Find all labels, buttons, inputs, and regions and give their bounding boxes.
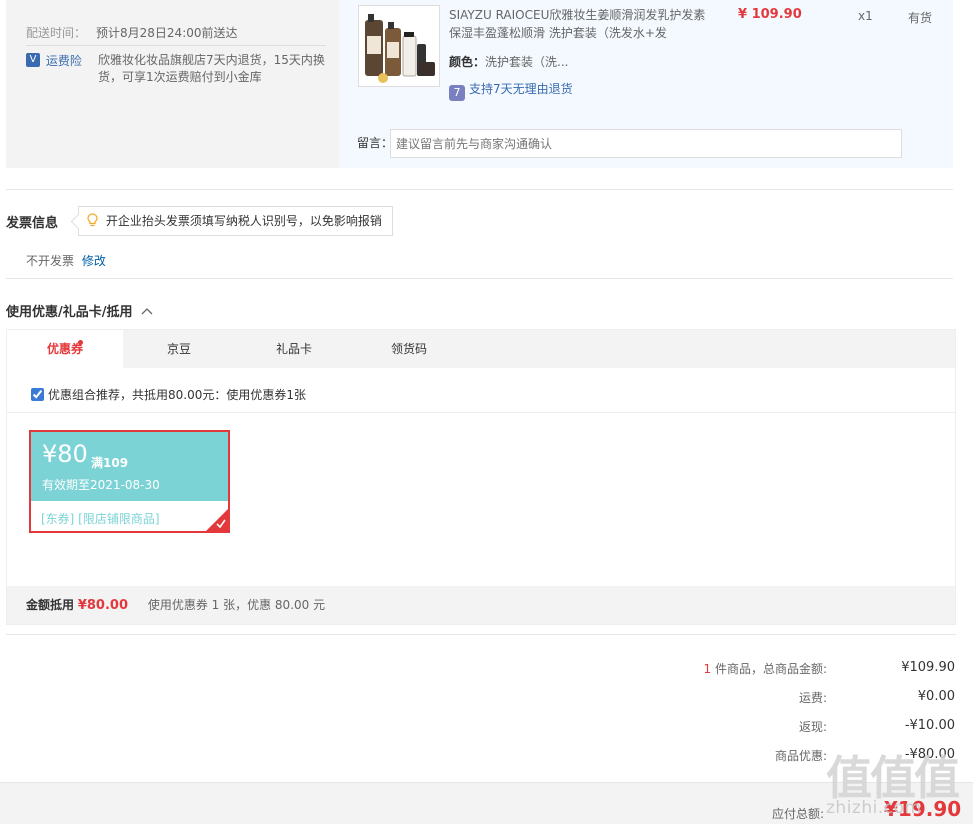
coupon-card[interactable]: ¥80 满109 有效期至2021-08-30 [东券] [限店铺限商品] xyxy=(29,430,230,533)
cashback-value: -¥10.00 xyxy=(904,718,955,733)
summary-cashback: 返现: -¥10.00 xyxy=(600,718,955,738)
delivery-time-value: 预计8月28日24:00前送达 xyxy=(96,26,238,40)
coupon-summary-label: 金额抵用 xyxy=(26,598,75,612)
invoice-status: 不开发票 xyxy=(26,254,75,268)
coupon-condition: 满109 xyxy=(91,456,129,470)
coupon-summary: 金额抵用 ¥80.00 使用优惠券 1 张，优惠 80.00 元 xyxy=(7,586,955,624)
freight-insurance-icon: V xyxy=(26,53,40,67)
payable-label: 应付总额: xyxy=(772,807,825,821)
coupon-tags: [东券] [限店铺限商品] xyxy=(41,512,160,526)
divider xyxy=(6,634,956,635)
product-price: ¥ 109.90 xyxy=(738,7,802,22)
tab-gift-card[interactable]: 礼品卡 xyxy=(235,330,353,368)
tab-jingdou[interactable]: 京豆 xyxy=(123,330,235,368)
freight-insurance-link[interactable]: 运费险 xyxy=(46,52,96,69)
check-icon xyxy=(216,518,226,531)
freight-label: 运费: xyxy=(798,691,827,705)
invoice-tip-text: 开企业抬头发票须填写纳税人识别号，以免影响报销 xyxy=(105,214,382,228)
tab-coupons[interactable]: 优惠券 xyxy=(7,330,123,368)
lightbulb-icon xyxy=(87,213,102,228)
goods-total-label: 1 件商品，总商品金额: xyxy=(704,660,828,677)
payable-amount: ¥19.90 xyxy=(884,797,962,821)
coupon-panel: 优惠券 京豆 礼品卡 领货码 优惠组合推荐，共抵用80.00元：使用优惠券1张 … xyxy=(6,329,956,625)
divider xyxy=(6,189,953,190)
coupon-summary-amount: ¥80.00 xyxy=(77,598,129,613)
discount-label: 商品优惠: xyxy=(774,749,827,763)
coupon-header: ¥80 满109 有效期至2021-08-30 xyxy=(31,432,228,501)
invoice-edit-link[interactable]: 修改 xyxy=(82,254,106,268)
combo-recommend-checkbox[interactable] xyxy=(31,388,44,401)
freight-insurance: V 运费险 欣雅妆化妆品旗舰店7天内退货，15天内换货，可享1次运费赔付到小金库 xyxy=(26,52,326,84)
new-dot-icon xyxy=(78,340,83,345)
goods-total-value: ¥109.90 xyxy=(901,660,955,675)
coupon-section-title[interactable]: 使用优惠/礼品卡/抵用 xyxy=(6,301,153,320)
product-color-value: 洗护套装（洗... xyxy=(485,55,569,69)
chevron-up-icon xyxy=(137,305,153,320)
coupon-tabs: 优惠券 京豆 礼品卡 领货码 xyxy=(7,330,955,368)
invoice-value: 不开发票 修改 xyxy=(26,252,106,269)
freight-insurance-desc: 欣雅妆化妆品旗舰店7天内退货，15天内换货，可享1次运费赔付到小金库 xyxy=(98,53,325,84)
return-policy-text: 支持7天无理由退货 xyxy=(469,82,573,96)
payable-bar: 应付总额: ¥19.90 xyxy=(0,782,973,824)
combo-recommend: 优惠组合推荐，共抵用80.00元：使用优惠券1张 xyxy=(31,386,306,403)
product-stock: 有货 xyxy=(908,11,933,25)
divider xyxy=(26,45,326,46)
item-count: 1 xyxy=(703,662,712,676)
message-input[interactable] xyxy=(390,129,902,158)
product-color: 颜色：洗护套装（洗... xyxy=(449,53,568,70)
delivery-time: 配送时间： 预计8月28日24:00前送达 xyxy=(26,24,238,41)
cashback-label: 返现: xyxy=(798,720,827,734)
summary-discount: 商品优惠: -¥80.00 xyxy=(600,747,955,767)
message-label: 留言： xyxy=(357,136,394,150)
combo-recommend-text: 优惠组合推荐，共抵用80.00元：使用优惠券1张 xyxy=(48,388,306,402)
coupon-amount: ¥80 xyxy=(42,440,88,468)
return-policy[interactable]: 7 支持7天无理由退货 xyxy=(449,80,573,101)
coupon-section-label: 使用优惠/礼品卡/抵用 xyxy=(6,305,133,320)
summary-goods-total: 1 件商品，总商品金额: ¥109.90 xyxy=(600,660,956,680)
delivery-time-label: 配送时间： xyxy=(26,26,87,40)
coupon-validity: 有效期至2021-08-30 xyxy=(42,478,160,492)
invoice-tip: 开企业抬头发票须填写纳税人识别号，以免影响报销 xyxy=(78,206,393,236)
product-title[interactable]: SIAYZU RAIOCEU欣雅妆生姜顺滑润发乳护发素 保湿丰盈蓬松顺滑 洗护套… xyxy=(449,6,719,42)
return-7day-icon: 7 xyxy=(449,85,465,101)
tab-redeem-code[interactable]: 领货码 xyxy=(353,330,465,368)
product-image[interactable] xyxy=(358,5,440,87)
divider xyxy=(7,412,955,413)
summary-freight: 运费: ¥0.00 xyxy=(600,689,955,709)
product-color-label: 颜色： xyxy=(449,55,486,69)
invoice-title: 发票信息 xyxy=(6,216,59,231)
goods-total-label-text: 件商品，总商品金额: xyxy=(711,662,827,676)
coupon-summary-desc: 使用优惠券 1 张，优惠 80.00 元 xyxy=(147,598,326,612)
divider xyxy=(6,278,953,279)
discount-value: -¥80.00 xyxy=(904,747,955,762)
freight-value: ¥0.00 xyxy=(917,689,955,704)
product-quantity: x1 xyxy=(858,9,873,23)
